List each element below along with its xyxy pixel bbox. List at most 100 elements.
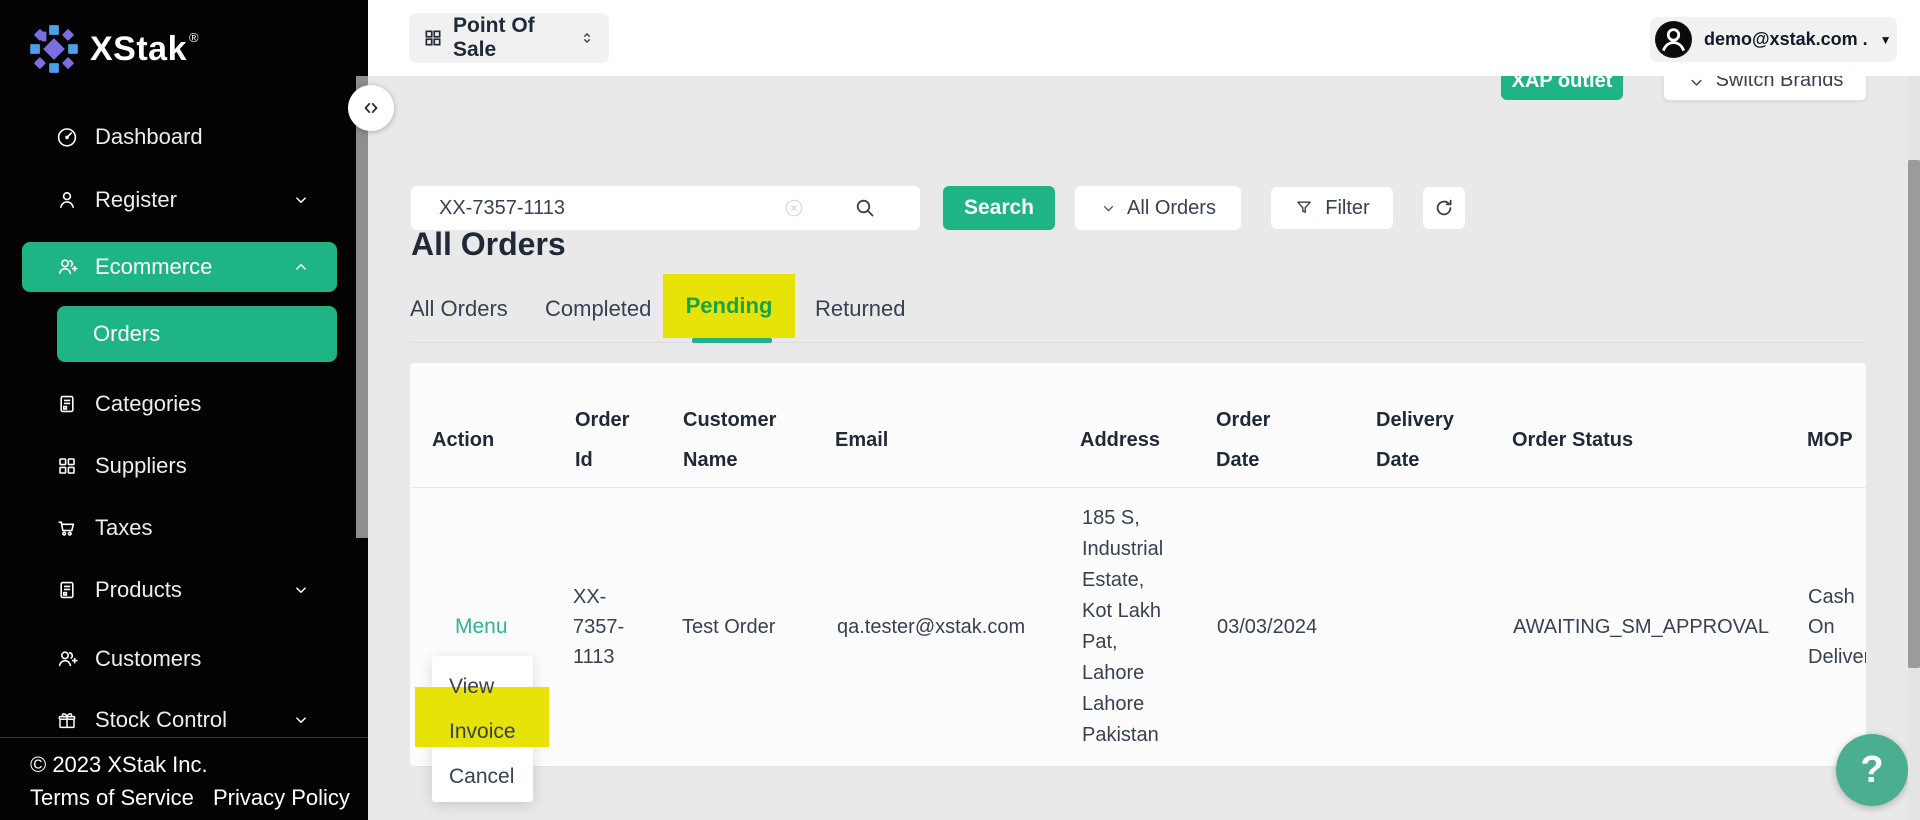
cell-order-id: XX- 7357- 1113 bbox=[573, 487, 645, 767]
chevron-down-icon bbox=[292, 711, 310, 729]
column-header-action: Action bbox=[432, 393, 494, 487]
sidebar-footer-divider bbox=[0, 737, 368, 738]
sidebar-item-label: Register bbox=[95, 187, 177, 213]
address-line: Estate, bbox=[1082, 565, 1163, 596]
filter-button[interactable]: Filter bbox=[1271, 187, 1393, 229]
address-line: Industrial bbox=[1082, 534, 1163, 565]
address-line: Kot Lakh bbox=[1082, 596, 1163, 627]
page-title: All Orders bbox=[411, 226, 566, 263]
sidebar-item-customers[interactable]: Customers bbox=[0, 634, 368, 684]
column-header-delivery-date: Delivery Date bbox=[1376, 393, 1471, 487]
column-header-order-date: Order Date bbox=[1216, 393, 1294, 487]
search-box bbox=[411, 186, 920, 230]
column-header-address: Address bbox=[1080, 393, 1160, 487]
sidebar-scrollbar[interactable] bbox=[356, 76, 368, 538]
sidebar-item-suppliers[interactable]: Suppliers bbox=[0, 441, 368, 491]
page-scrollbar-thumb[interactable] bbox=[1908, 160, 1920, 668]
tab-returned[interactable]: Returned bbox=[815, 296, 906, 322]
sidebar-item-label: Customers bbox=[95, 646, 201, 672]
caret-down-icon: ▼ bbox=[1880, 33, 1892, 47]
tab-completed[interactable]: Completed bbox=[545, 296, 651, 322]
sidebar-item-label: Stock Control bbox=[95, 707, 227, 733]
address-line: Lahore bbox=[1082, 689, 1163, 720]
active-tab-underline bbox=[692, 338, 772, 343]
privacy-link[interactable]: Privacy Policy bbox=[213, 785, 350, 811]
sidebar-item-label: Suppliers bbox=[95, 453, 187, 479]
refresh-button[interactable] bbox=[1423, 187, 1465, 229]
sidebar: XStak ® Dashboard Register bbox=[0, 0, 368, 820]
chevron-down-icon bbox=[1100, 200, 1117, 217]
order-id-line: XX- bbox=[573, 582, 624, 612]
xstak-logo-icon bbox=[28, 22, 80, 76]
cell-mop: Cash On Deliver bbox=[1808, 487, 1866, 767]
menu-item-view[interactable]: View bbox=[432, 664, 533, 709]
sidebar-collapse-button[interactable] bbox=[348, 85, 394, 131]
cell-customer-name: Test Order bbox=[682, 487, 775, 767]
workspace-label: Point Of Sale bbox=[453, 14, 569, 62]
terms-link[interactable]: Terms of Service bbox=[30, 785, 194, 811]
users-plus-icon bbox=[55, 647, 79, 671]
user-menu[interactable]: demo@xstak.com . ▼ bbox=[1650, 17, 1897, 62]
tab-pending-highlight[interactable]: Pending bbox=[663, 274, 795, 338]
topbar: Point Of Sale demo@xstak.com . ▼ bbox=[368, 0, 1920, 76]
sidebar-item-orders[interactable]: Orders bbox=[57, 306, 337, 362]
page-scrollbar-track[interactable] bbox=[1908, 76, 1920, 820]
search-input[interactable] bbox=[411, 186, 771, 230]
sidebar-item-label: Orders bbox=[93, 321, 160, 347]
column-header-order-id: Order Id bbox=[575, 393, 645, 487]
user-icon bbox=[55, 188, 79, 212]
chevron-down-icon bbox=[292, 191, 310, 209]
address-line: Pat, bbox=[1082, 627, 1163, 658]
sidebar-item-dashboard[interactable]: Dashboard bbox=[0, 112, 368, 162]
users-plus-icon bbox=[55, 255, 79, 279]
help-button[interactable]: ? bbox=[1836, 734, 1908, 806]
sidebar-item-categories[interactable]: Categories bbox=[0, 379, 368, 429]
grid-icon bbox=[55, 454, 79, 478]
sidebar-item-products[interactable]: Products bbox=[0, 565, 368, 615]
order-id-line: 7357- bbox=[573, 612, 624, 642]
grid-small-icon bbox=[423, 28, 443, 48]
app-root: Point Of Sale demo@xstak.com . ▼ bbox=[0, 0, 1920, 820]
search-button[interactable]: Search bbox=[943, 186, 1055, 230]
brand-name: XStak bbox=[90, 30, 187, 69]
sidebar-item-label: Taxes bbox=[95, 515, 152, 541]
mop-line: Cash bbox=[1808, 582, 1866, 612]
address-line: Lahore bbox=[1082, 658, 1163, 689]
orders-table: Action Order Id Customer Name Email Addr… bbox=[410, 363, 1866, 767]
registered-mark: ® bbox=[189, 30, 199, 45]
gauge-icon bbox=[55, 125, 79, 149]
filter-label: Filter bbox=[1325, 197, 1369, 220]
tab-pending: Pending bbox=[686, 293, 773, 319]
sidebar-item-ecommerce[interactable]: Ecommerce bbox=[22, 242, 337, 292]
user-email: demo@xstak.com . bbox=[1704, 29, 1868, 50]
clear-icon[interactable] bbox=[783, 197, 805, 219]
chevron-down-icon bbox=[292, 581, 310, 599]
sidebar-item-taxes[interactable]: Taxes bbox=[0, 503, 368, 553]
workspace-selector[interactable]: Point Of Sale bbox=[409, 13, 609, 63]
tabs-divider bbox=[410, 342, 1866, 343]
tab-all-orders[interactable]: All Orders bbox=[410, 296, 508, 322]
menu-item-cancel[interactable]: Cancel bbox=[432, 754, 533, 799]
sidebar-item-register[interactable]: Register bbox=[0, 175, 368, 225]
gift-icon bbox=[55, 708, 79, 732]
table-row: Menu XX- 7357- 1113 Test Order qa.tester… bbox=[410, 487, 1866, 767]
column-header-email: Email bbox=[835, 393, 888, 487]
funnel-icon bbox=[1294, 198, 1314, 218]
cell-order-status: AWAITING_SM_APPROVAL bbox=[1513, 487, 1769, 767]
sidebar-item-label: Products bbox=[95, 577, 182, 603]
collapse-chevrons-icon bbox=[360, 97, 382, 119]
orders-dropdown-label: All Orders bbox=[1127, 197, 1216, 220]
cell-email: qa.tester@xstak.com bbox=[837, 487, 1025, 767]
doc-list-icon bbox=[55, 392, 79, 416]
search-icon[interactable] bbox=[853, 196, 877, 220]
updown-chevron-icon bbox=[579, 29, 595, 47]
chevron-up-icon bbox=[292, 258, 310, 276]
sidebar-item-label: Dashboard bbox=[95, 124, 203, 150]
orders-filter-dropdown[interactable]: All Orders bbox=[1075, 186, 1241, 230]
address-line: Pakistan bbox=[1082, 720, 1163, 751]
row-action-menu: View Invoice Cancel bbox=[432, 656, 533, 802]
cell-address: 185 S, Industrial Estate, Kot Lakh Pat, … bbox=[1082, 487, 1194, 767]
avatar bbox=[1655, 21, 1692, 58]
cart-icon bbox=[55, 516, 79, 540]
menu-item-invoice[interactable]: Invoice bbox=[432, 709, 533, 754]
